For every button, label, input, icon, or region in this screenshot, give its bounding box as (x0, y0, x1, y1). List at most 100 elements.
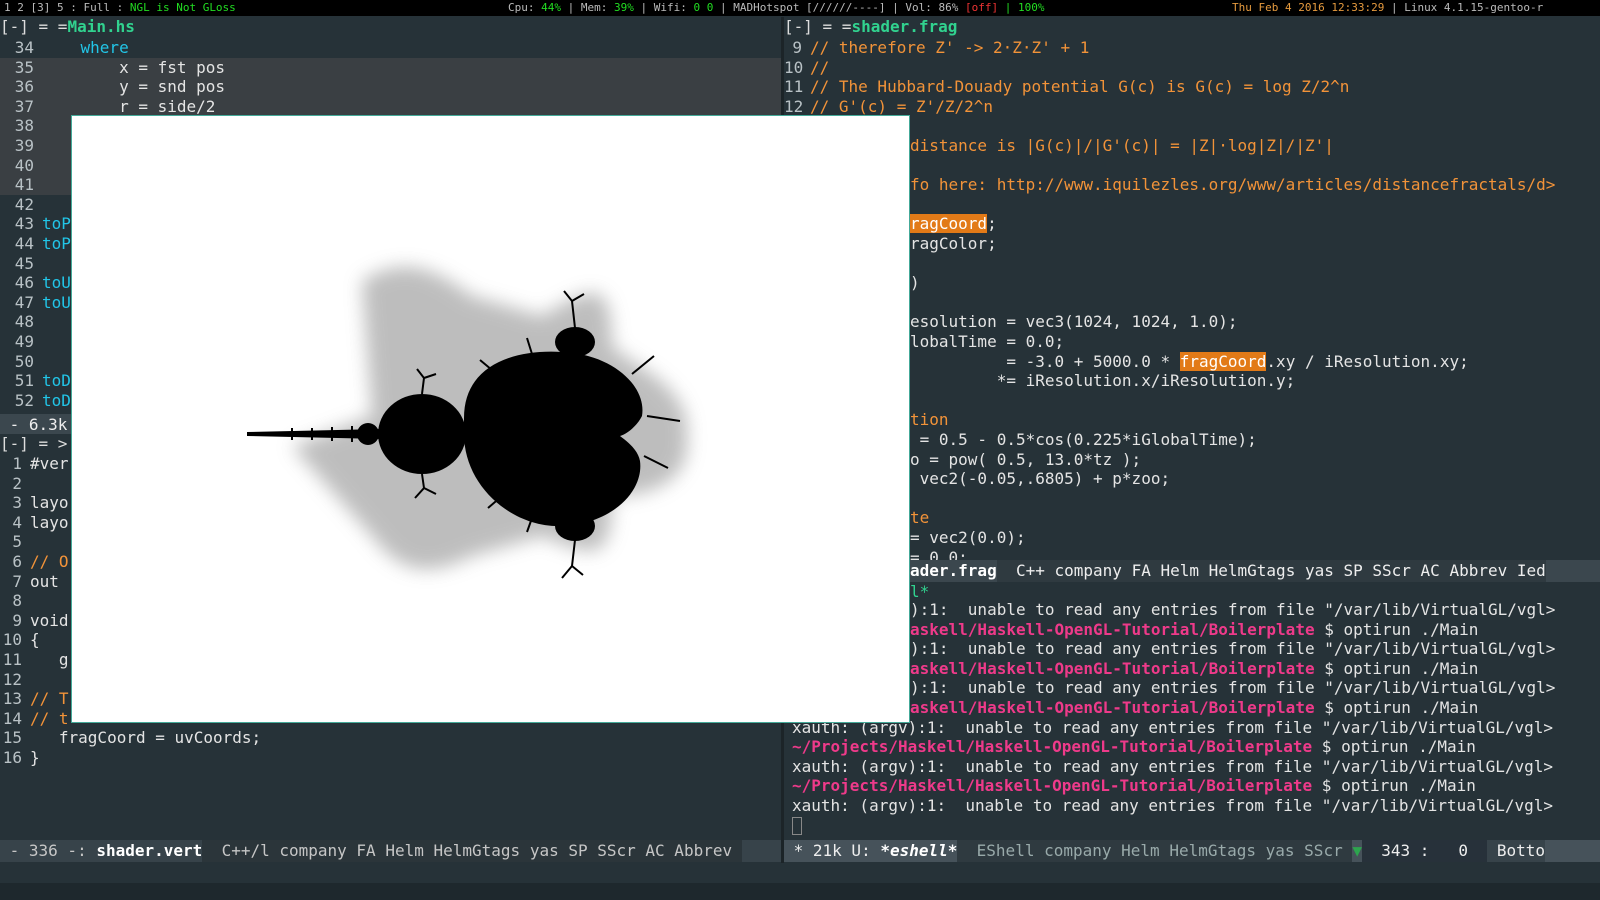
line-number: 12 (2, 669, 22, 689)
workspace-list[interactable]: 1 2 [3] 5 : Full : (4, 1, 130, 14)
code-line[interactable]: 35 x = fst pos (0, 57, 783, 78)
shell-text: ~/Projects/Haskell/Haskell-OpenGL-Tutori… (792, 776, 1313, 796)
code-line[interactable]: o = pow( 0.5, 13.0*tz ); (910, 450, 1141, 470)
code-text: = vec2(0.0); (910, 528, 1026, 547)
code-line[interactable]: tion (910, 410, 949, 430)
code-line[interactable]: ragColor; (910, 234, 997, 254)
system-status-bar: 1 2 [3] 5 : Full : NGL is Not GLoss Cpu:… (0, 0, 1600, 16)
code-line[interactable]: 10 // (784, 58, 829, 78)
shell-prompt-line[interactable]: askell/Haskell-OpenGL-Tutorial/Boilerpla… (910, 698, 1478, 718)
wifi-value: 0 0 (693, 1, 714, 14)
modeline-shader-frag: ader.frag C++ company FA Helm HelmGtags … (910, 560, 1600, 582)
code-line[interactable]: 4 layo (0, 513, 68, 533)
code-line[interactable]: 5 (0, 532, 30, 552)
code-text: // T (30, 689, 69, 709)
shell-prompt-line[interactable]: ~/Projects/Haskell/Haskell-OpenGL-Tutori… (792, 776, 1476, 796)
code-line[interactable]: 13 // T (0, 689, 69, 709)
code-line[interactable]: 12 (0, 670, 30, 690)
battery-value: | 100% (998, 1, 1045, 14)
code-line[interactable]: vec2(-0.05,.6805) + p*zoo; (910, 469, 1170, 489)
code-text: fragCoord = uvCoords; (30, 728, 262, 748)
line-number: 7 (12, 571, 22, 591)
shell-output-line[interactable]: xauth: (argv):1: unable to read any entr… (792, 796, 1553, 816)
code-text-suffix: ; (987, 214, 997, 234)
code-line[interactable]: 9 void (0, 611, 68, 631)
text-cursor (792, 817, 802, 836)
mem-value: 39% (613, 1, 634, 14)
shell-text: ):1: unable to read any entries from fil… (910, 678, 1556, 698)
minibuffer[interactable] (0, 883, 1600, 900)
line-number: 11 (2, 650, 22, 669)
code-line[interactable]: = vec2(0.0); (910, 528, 1026, 548)
code-line[interactable]: ragCoord; (910, 214, 997, 234)
code-text: // O (30, 552, 69, 571)
code-line[interactable]: 10 { (0, 630, 40, 650)
code-text: = -3.0 + 5000.0 * (910, 351, 1180, 371)
code-text: #ver (30, 454, 69, 473)
code-line[interactable]: 3 layo (0, 493, 68, 513)
line-number: 50 (14, 351, 34, 371)
code-line[interactable]: distance is |G(c)|/|G'(c)| = |Z|·log|Z|/… (910, 136, 1334, 156)
code-line[interactable]: 11 // The Hubbard-Douady potential G(c) i… (784, 77, 1349, 97)
code-line[interactable]: = 0.0; (910, 548, 968, 560)
gloss-window[interactable] (71, 115, 910, 723)
code-line[interactable]: 1 #ver (0, 454, 69, 474)
shell-prompt-line[interactable]: askell/Haskell-OpenGL-Tutorial/Boilerpla… (910, 659, 1478, 679)
code-line[interactable]: 6 // O (0, 552, 69, 572)
code-line[interactable]: esolution = vec3(1024, 1024, 1.0); (910, 312, 1238, 332)
code-line[interactable]: 36 y = snd pos (0, 77, 783, 98)
code-line[interactable]: 8 (0, 591, 30, 611)
code-line[interactable]: te (910, 508, 929, 528)
code-text: g (30, 650, 69, 669)
code-line[interactable]: 15 fragCoord = uvCoords; (0, 728, 261, 748)
code-line[interactable]: = -3.0 + 5000.0 * fragCoord.xy / iResolu… (910, 351, 1469, 372)
line-number: 45 (14, 253, 34, 273)
shell-cursor-line[interactable] (792, 816, 802, 836)
code-line[interactable]: 14 // t (0, 709, 69, 729)
shell-prompt-line[interactable]: ~/Projects/Haskell/Haskell-OpenGL-Tutori… (792, 737, 1476, 757)
code-line[interactable]: 9 // therefore Z' -> 2·Z·Z' + 1 (784, 38, 1089, 58)
line-number: 42 (14, 194, 34, 214)
header-prefix: [-] = > (0, 434, 68, 453)
line-number: 15 (2, 728, 22, 748)
buffer-filename[interactable]: Main.hs (67, 17, 134, 36)
code-line[interactable]: 2 (0, 474, 30, 494)
modeline-filename: ader.frag (910, 561, 997, 580)
header-prefix: [-] = = (0, 17, 68, 36)
line-number: 46 (14, 273, 34, 293)
code-line[interactable]: 37 r = side/2 (0, 96, 783, 117)
modeline-size: - 336 -: (0, 841, 97, 860)
line-number: 37 (14, 96, 34, 116)
line-number: 41 (14, 175, 34, 195)
code-line[interactable]: ) (910, 273, 920, 293)
code-text: // The Hubbard-Douady potential G(c) is … (810, 77, 1350, 97)
clock-area: Thu Feb 4 2016 12:33:29 | Linux 4.1.15-g… (1232, 1, 1543, 15)
code-text: toP (42, 214, 71, 234)
code-text: distance is |G(c)|/|G'(c)| = |Z|·log|Z|/… (910, 136, 1334, 155)
shell-text: xauth: (argv):1: unable to read any entr… (792, 796, 1553, 815)
shell-output-line[interactable]: ):1: unable to read any entries from fil… (910, 639, 1555, 659)
modeline-scroll-position: Botto (1487, 840, 1546, 862)
code-line[interactable]: 16} (0, 748, 40, 768)
code-line[interactable]: 11 g (0, 650, 69, 670)
line-number: 14 (2, 708, 22, 728)
code-line[interactable]: 7 out (0, 572, 59, 592)
code-line[interactable]: lobalTime = 0.0; (910, 332, 1064, 352)
code-line[interactable]: = 0.5 - 0.5*cos(0.225*iGlobalTime); (910, 430, 1257, 450)
shell-prompt-line[interactable]: askell/Haskell-OpenGL-Tutorial/Boilerpla… (910, 620, 1478, 640)
line-number: 52 (14, 390, 34, 410)
code-line[interactable]: fo here: http://www.iquilezles.org/www/a… (910, 175, 1555, 195)
code-line[interactable]: 12 // G'(c) = Z'/Z/2^n (784, 97, 993, 117)
code-line[interactable]: 34 where (0, 38, 783, 58)
workspace-indicator[interactable]: 1 2 [3] 5 : Full : NGL is Not GLoss (4, 1, 236, 15)
code-text: o = pow( 0.5, 13.0*tz ); (910, 449, 1142, 469)
shell-output-line[interactable]: ):1: unable to read any entries from fil… (910, 600, 1555, 620)
code-line[interactable]: *= iResolution.x/iResolution.y; (910, 371, 1296, 391)
shell-output-line[interactable]: xauth: (argv):1: unable to read any entr… (792, 757, 1553, 777)
line-number: 3 (12, 493, 22, 513)
line-number: 44 (14, 234, 34, 253)
buffer-filename[interactable]: shader.frag (851, 17, 957, 36)
line-number: 8 (12, 591, 22, 611)
cpu-value: 44% (541, 1, 561, 14)
shell-output-line[interactable]: ):1: unable to read any entries from fil… (910, 678, 1555, 698)
